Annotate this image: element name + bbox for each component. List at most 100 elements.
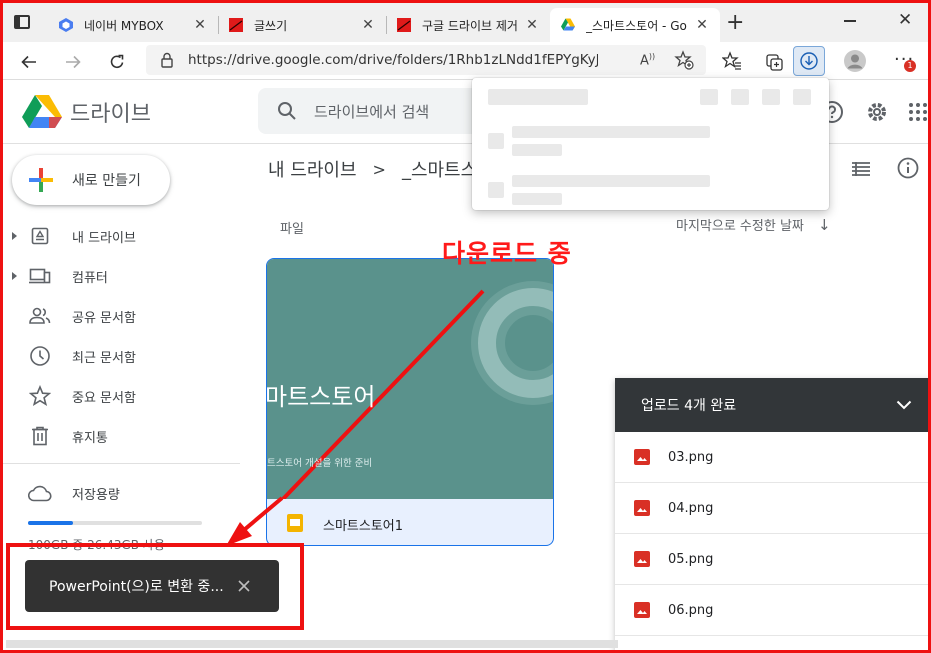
- image-file-icon: [634, 551, 650, 567]
- refresh-button[interactable]: [104, 49, 130, 75]
- favorites-icon[interactable]: [722, 51, 742, 71]
- new-tab-button[interactable]: +: [726, 10, 744, 35]
- new-button[interactable]: 새로 만들기: [12, 155, 170, 205]
- search-placeholder: 드라이브에서 검색: [314, 102, 430, 121]
- breadcrumb-root[interactable]: 내 드라이브: [268, 156, 357, 182]
- sidebar-item-starred[interactable]: 중요 문서함: [0, 379, 240, 413]
- settings-gear-icon[interactable]: [865, 100, 889, 124]
- files-section-label: 파일: [280, 222, 304, 237]
- search-icon[interactable]: [276, 100, 298, 122]
- google-drive-icon: [561, 18, 575, 31]
- download-item-name-placeholder: [512, 126, 710, 138]
- url-text: https://drive.google.com/drive/folders/1…: [188, 52, 598, 68]
- close-icon[interactable]: ✕: [192, 17, 208, 33]
- sidebar-item-label: 최근 문서함: [72, 350, 136, 366]
- trash-icon: [28, 424, 52, 448]
- tab-write[interactable]: 글쓰기 ✕: [218, 8, 386, 42]
- upload-panel-header[interactable]: 업로드 4개 완료: [615, 378, 931, 432]
- sidebar-item-shared[interactable]: 공유 문서함: [0, 299, 240, 333]
- computers-icon: [28, 264, 52, 288]
- tab-mybox[interactable]: 네이버 MYBOX ✕: [48, 8, 218, 42]
- info-icon[interactable]: [897, 157, 919, 179]
- download-item-status-placeholder: [512, 144, 562, 156]
- folder-icon-placeholder[interactable]: [700, 89, 718, 105]
- apps-grid-icon[interactable]: [908, 102, 928, 122]
- upload-file-name: 03.png: [668, 449, 714, 465]
- read-aloud-icon[interactable]: A)): [640, 52, 655, 68]
- download-item-icon-placeholder: [488, 182, 504, 198]
- expand-arrow-icon[interactable]: [12, 232, 17, 240]
- horizontal-scrollbar[interactable]: [6, 640, 618, 648]
- close-icon[interactable]: ✕: [360, 17, 376, 33]
- upload-file-name: 04.png: [668, 500, 714, 516]
- sidebar-item-label: 휴지통: [72, 430, 108, 446]
- sidebar-item-label: 내 드라이브: [72, 230, 136, 246]
- downloads-title-placeholder: [488, 89, 588, 105]
- red-flag-icon: [397, 18, 411, 32]
- starred-icon: [28, 384, 52, 408]
- thumbnail-title: 마트스토어: [267, 383, 376, 411]
- chevron-down-icon[interactable]: [896, 400, 912, 410]
- tab-smartstore-drive[interactable]: _스마트스토어 - Go ✕: [550, 8, 720, 42]
- file-name: 스마트스토어1: [323, 519, 404, 534]
- image-file-icon: [634, 500, 650, 516]
- downloads-popup[interactable]: [472, 78, 829, 210]
- image-file-icon: [634, 449, 650, 465]
- sidebar-item-computers[interactable]: 컴퓨터: [0, 259, 240, 293]
- sort-label: 마지막으로 수정한 날짜: [676, 219, 804, 234]
- collections-icon[interactable]: [765, 51, 785, 71]
- upload-row[interactable]: 06.png: [615, 585, 931, 636]
- tab-title: _스마트스토어 - Go: [586, 18, 687, 33]
- file-thumbnail: 마트스토어 트스토어 개설을 위한 준비: [267, 259, 553, 499]
- profile-icon[interactable]: [843, 49, 867, 73]
- storage-progress-fill: [28, 521, 74, 525]
- upload-panel: 업로드 4개 완료 03.png 04.png 05.png 06.png: [615, 378, 931, 653]
- close-icon[interactable]: ✕: [694, 17, 710, 33]
- app-name: 드라이브: [70, 102, 151, 127]
- refresh-icon: [110, 54, 124, 69]
- sidebar-item-label: 중요 문서함: [72, 390, 136, 406]
- download-icon: [800, 52, 818, 70]
- minimize-button[interactable]: [844, 20, 856, 22]
- storage-progress-bar: [28, 521, 202, 525]
- upload-row[interactable]: 05.png: [615, 534, 931, 585]
- tab-google-drive-remove[interactable]: 구글 드라이브 제거 ✕: [386, 8, 550, 42]
- favorite-add-icon[interactable]: [674, 50, 694, 70]
- sidebar-item-label: 컴퓨터: [72, 270, 108, 286]
- close-window-button[interactable]: ✕: [898, 10, 912, 30]
- sidebar-item-trash[interactable]: 휴지통: [0, 419, 240, 453]
- address-bar[interactable]: https://drive.google.com/drive/folders/1…: [146, 45, 706, 75]
- annotation-highlight-box: [6, 543, 304, 630]
- sidebar-item-my-drive[interactable]: 내 드라이브: [0, 219, 240, 253]
- download-button[interactable]: [793, 46, 825, 76]
- browser-tab-strip: 네이버 MYBOX ✕ 글쓰기 ✕ 구글 드라이브 제거 ✕ _스마트스토어 -…: [0, 0, 931, 42]
- my-drive-icon: [28, 224, 52, 248]
- sort-by-modified[interactable]: 마지막으로 수정한 날짜 ↓: [676, 215, 831, 234]
- sidebar-item-storage[interactable]: 저장용량: [0, 476, 240, 510]
- download-item-icon-placeholder: [488, 133, 504, 149]
- file-card[interactable]: 마트스토어 트스토어 개설을 위한 준비 스마트스토어1: [266, 258, 554, 546]
- annotation-label: 다운로드 중: [442, 239, 572, 268]
- shared-icon: [28, 304, 52, 328]
- forward-button[interactable]: [60, 49, 86, 75]
- forward-arrow-icon: [66, 55, 81, 69]
- sidebar-item-recent[interactable]: 최근 문서함: [0, 339, 240, 373]
- pin-icon-placeholder[interactable]: [793, 89, 811, 105]
- expand-arrow-icon[interactable]: [12, 272, 17, 280]
- notification-badge: 1: [904, 60, 916, 72]
- search-icon-placeholder[interactable]: [731, 89, 749, 105]
- tab-actions-icon[interactable]: [14, 15, 30, 29]
- new-button-label: 새로 만들기: [72, 173, 141, 189]
- upload-row[interactable]: 04.png: [615, 483, 931, 534]
- list-view-icon[interactable]: [851, 161, 871, 177]
- close-icon[interactable]: ✕: [524, 17, 540, 33]
- arrow-down-icon[interactable]: ↓: [818, 216, 831, 234]
- back-button[interactable]: [16, 49, 42, 75]
- back-arrow-icon: [21, 55, 36, 69]
- upload-row[interactable]: 03.png: [615, 432, 931, 483]
- google-drive-logo[interactable]: [22, 93, 62, 129]
- browser-toolbar: https://drive.google.com/drive/folders/1…: [0, 42, 931, 80]
- plus-icon: [29, 168, 53, 192]
- download-item-status-placeholder: [512, 193, 562, 205]
- more-icon-placeholder[interactable]: [762, 89, 780, 105]
